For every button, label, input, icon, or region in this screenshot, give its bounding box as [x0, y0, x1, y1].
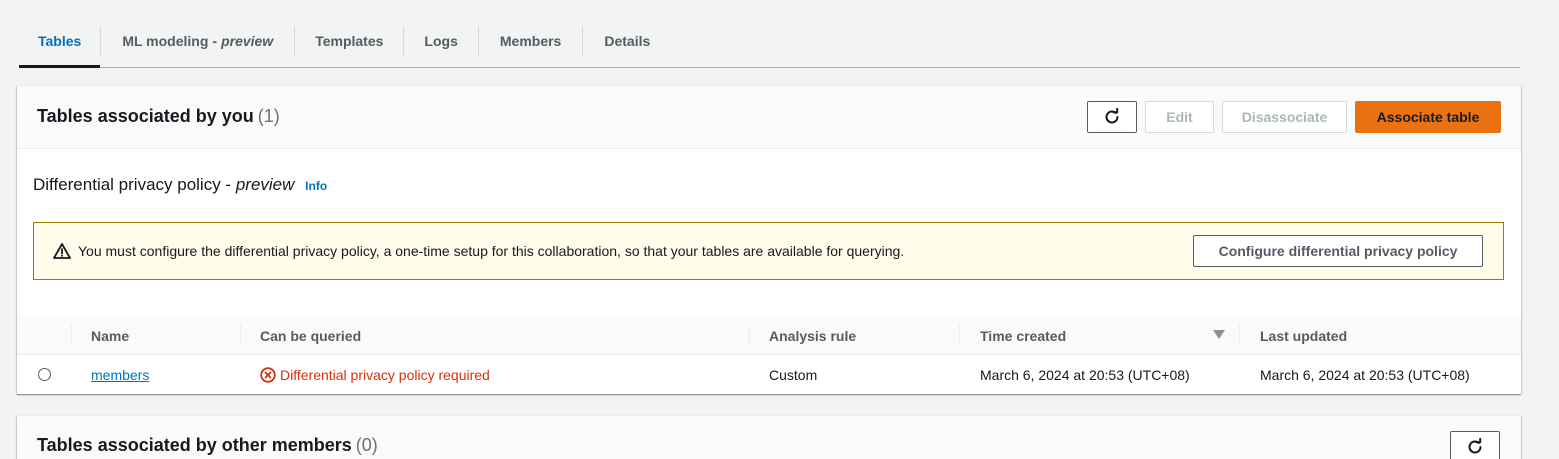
- tab-label: ML modeling: [122, 32, 209, 49]
- tab-members[interactable]: Members: [479, 14, 582, 67]
- column-divider: [749, 325, 750, 345]
- panel-title-text: Tables associated by you: [37, 106, 254, 126]
- tab-label: Details: [604, 32, 651, 49]
- panel-title: Tables associated by other members (0): [37, 435, 378, 456]
- column-header-last-updated[interactable]: Last updated: [1260, 316, 1347, 355]
- dp-title-text: Differential privacy policy -: [33, 175, 236, 194]
- tab-logs[interactable]: Logs: [404, 14, 477, 67]
- panel-count: (1): [257, 106, 280, 126]
- edit-button[interactable]: Edit: [1145, 101, 1214, 133]
- cell-analysis-rule: Custom: [769, 367, 818, 383]
- refresh-icon: [1105, 108, 1119, 124]
- panel-title: Tables associated by you (1): [37, 106, 280, 127]
- refresh-button[interactable]: [1087, 101, 1137, 133]
- cell-time-created: March 6, 2024 at 20:53 (UTC+08): [980, 367, 1190, 383]
- tab-label: Tables: [38, 32, 82, 49]
- warning-icon: [53, 243, 71, 259]
- tab-details[interactable]: Details: [583, 14, 671, 67]
- disassociate-button[interactable]: Disassociate: [1222, 101, 1347, 133]
- alert-message: You must configure the differential priv…: [78, 243, 905, 259]
- tab-label-dash: -: [212, 32, 218, 49]
- column-divider: [240, 325, 241, 345]
- tab-label: Logs: [424, 32, 458, 49]
- dp-title-suffix: preview: [235, 175, 295, 194]
- warning-alert: You must configure the differential priv…: [33, 222, 1504, 280]
- cell-can-be-queried: Differential privacy policy required: [260, 355, 490, 395]
- column-divider: [959, 325, 960, 345]
- column-divider: [1239, 325, 1240, 345]
- sort-descending-icon[interactable]: [1213, 330, 1225, 339]
- panel-header: Tables associated by you (1) Edit Disasso…: [17, 86, 1521, 149]
- status-error: Differential privacy policy required: [260, 367, 490, 383]
- configure-dp-policy-button[interactable]: Configure differential privacy policy: [1193, 235, 1483, 267]
- tab-templates[interactable]: Templates: [295, 14, 403, 67]
- refresh-icon: [1468, 438, 1482, 454]
- differential-privacy-heading: Differential privacy policy - preview In…: [33, 175, 327, 195]
- table-header: Name Can be queried Analysis rule Time c…: [17, 316, 1521, 355]
- column-divider: [71, 325, 72, 345]
- refresh-button[interactable]: [1450, 431, 1500, 459]
- column-header-name[interactable]: Name: [91, 316, 129, 355]
- panel-count: (0): [355, 435, 378, 455]
- tab-tables[interactable]: Tables: [19, 14, 101, 68]
- tab-label: Templates: [315, 32, 384, 49]
- cell-last-updated: March 6, 2024 at 20:53 (UTC+08): [1260, 367, 1470, 383]
- cell-name: members: [91, 355, 149, 395]
- table-row: members Differential privacy policy requ…: [17, 355, 1521, 395]
- column-header-can-be-queried[interactable]: Can be queried: [260, 316, 361, 355]
- tables-associated-by-others-panel: Tables associated by other members (0): [17, 415, 1521, 459]
- tables-associated-by-you-panel: Tables associated by you (1) Edit Disasso…: [17, 85, 1521, 394]
- tab-label-suffix: preview: [221, 32, 274, 49]
- tab-bar: Tables ML modeling - preview Templates L…: [19, 14, 1520, 68]
- status-error-text: Differential privacy policy required: [280, 367, 490, 383]
- column-header-time-created[interactable]: Time created: [980, 316, 1066, 355]
- associate-table-button[interactable]: Associate table: [1355, 101, 1501, 133]
- error-icon: [260, 367, 276, 383]
- column-header-analysis-rule[interactable]: Analysis rule: [769, 316, 856, 355]
- tab-ml-modeling[interactable]: ML modeling - preview: [101, 14, 294, 67]
- tab-label: Members: [499, 32, 562, 49]
- row-select-radio[interactable]: [38, 368, 51, 381]
- info-link[interactable]: Info: [305, 179, 327, 193]
- panel-title-text: Tables associated by other members: [37, 435, 352, 455]
- table-name-link[interactable]: members: [91, 367, 149, 383]
